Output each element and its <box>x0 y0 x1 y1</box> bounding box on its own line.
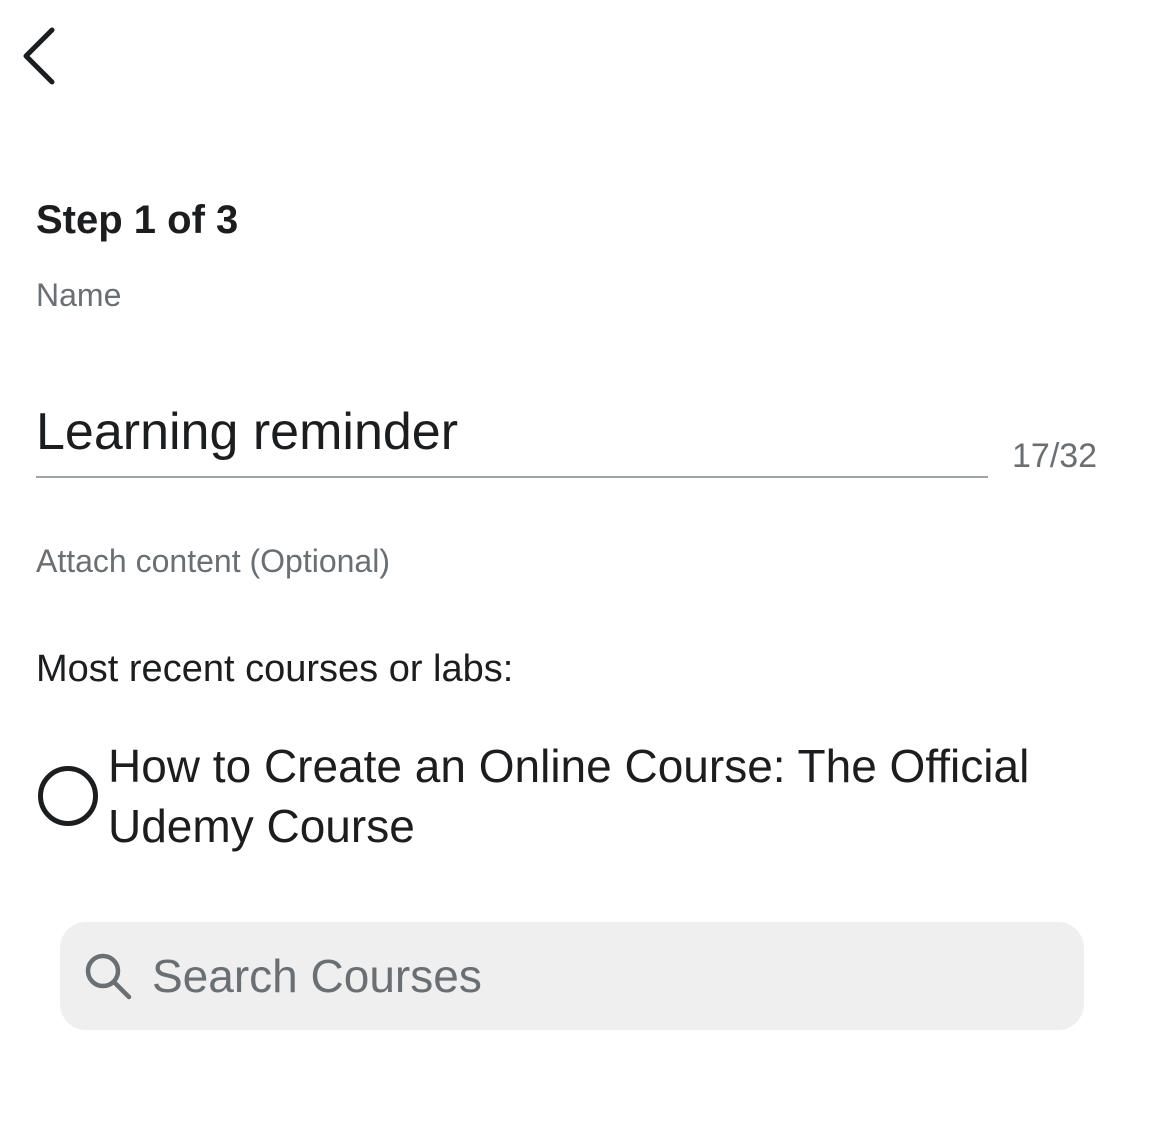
search-icon <box>85 953 132 1000</box>
search-courses-box[interactable] <box>60 922 1084 1030</box>
step-indicator: Step 1 of 3 <box>36 198 239 242</box>
course-title: How to Create an Online Course: The Offi… <box>108 740 1030 852</box>
create-reminder-screen: Step 1 of 3 Name 17/32 Attach content (O… <box>0 0 1154 1124</box>
course-radio-button[interactable] <box>38 766 98 826</box>
recent-courses-heading: Most recent courses or labs: <box>36 648 514 690</box>
search-courses-input[interactable] <box>152 941 1052 1011</box>
back-button[interactable] <box>8 20 68 92</box>
name-input[interactable] <box>36 396 988 468</box>
character-counter: 17/32 <box>1012 437 1098 475</box>
name-field[interactable] <box>36 396 988 478</box>
course-option[interactable]: How to Create an Online Course: The Offi… <box>38 736 1098 856</box>
name-label: Name <box>36 277 122 313</box>
attach-content-label: Attach content (Optional) <box>36 543 390 579</box>
chevron-left-icon <box>23 27 55 85</box>
